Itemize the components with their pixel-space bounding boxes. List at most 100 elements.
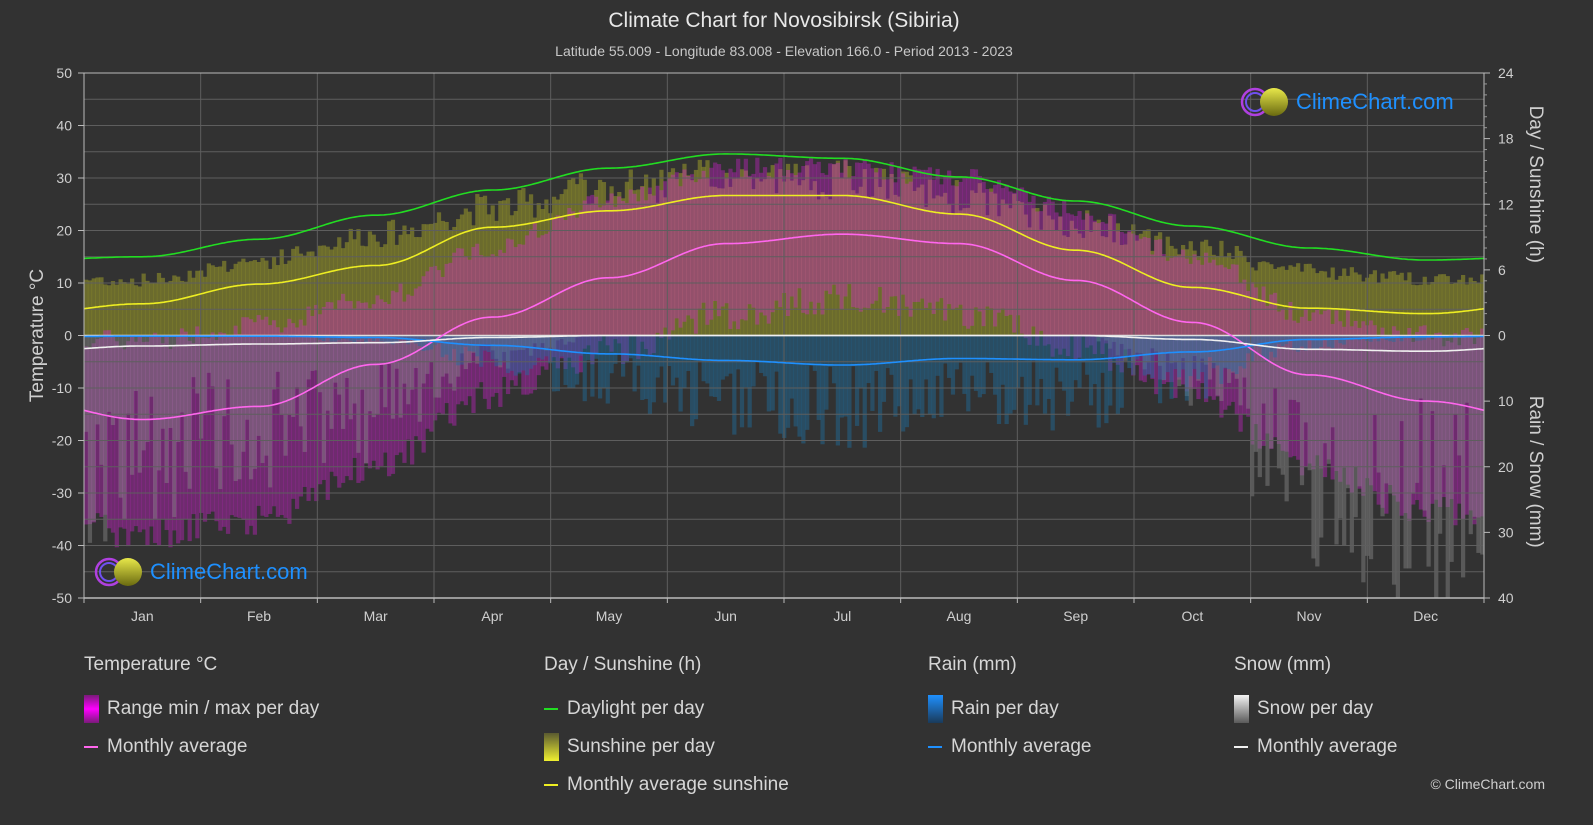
sunshine-bar bbox=[179, 280, 185, 336]
rain-bar bbox=[966, 335, 971, 412]
rain-bar bbox=[636, 335, 641, 366]
rain-bar bbox=[1227, 335, 1232, 370]
month-label: Feb bbox=[247, 608, 271, 624]
rain-bar bbox=[1050, 335, 1055, 431]
snow-bar bbox=[283, 335, 288, 456]
temperature-range-bar bbox=[962, 177, 967, 326]
legend-title: Rain (mm) bbox=[928, 654, 1017, 675]
sunshine-bar bbox=[229, 269, 234, 336]
tick-label-left: -10 bbox=[52, 380, 72, 396]
snow-bar bbox=[268, 335, 273, 488]
snow-bar bbox=[141, 335, 146, 451]
sunshine-bar bbox=[279, 249, 284, 336]
temperature-range-bar bbox=[475, 243, 480, 389]
temperature-range-bar bbox=[528, 229, 534, 394]
snow-bar bbox=[84, 335, 89, 432]
temperature-range-bar bbox=[713, 162, 718, 301]
sunshine-bar bbox=[225, 271, 231, 336]
rain-bar bbox=[954, 335, 959, 370]
temperature-range-bar bbox=[632, 193, 637, 335]
temperature-range-bar bbox=[1088, 215, 1094, 346]
temperature-range-bar bbox=[1046, 196, 1051, 345]
snow-bar bbox=[410, 335, 415, 390]
logo-top-right: ClimeChart.com bbox=[1240, 86, 1454, 118]
temperature-range-bar bbox=[801, 165, 806, 313]
tick-label-right-hours: 18 bbox=[1498, 131, 1514, 147]
snow-bar bbox=[360, 335, 365, 390]
logo-text: ClimeChart.com bbox=[1296, 89, 1454, 114]
temperature-range-bar bbox=[996, 180, 1002, 313]
rain-bar bbox=[1123, 335, 1128, 357]
temperature-range-bar bbox=[920, 169, 925, 299]
sunshine-bar bbox=[291, 248, 296, 336]
rain-bar bbox=[812, 335, 818, 371]
temperature-range-bar bbox=[1008, 191, 1013, 315]
snow-bar bbox=[1426, 335, 1431, 567]
rain-bar bbox=[590, 335, 595, 397]
temperature-range-bar bbox=[693, 182, 699, 334]
temperature-range-bar bbox=[601, 205, 607, 336]
legend-label: Monthly average bbox=[951, 736, 1092, 757]
snow-bar bbox=[187, 335, 192, 489]
sunshine-bar bbox=[1349, 267, 1354, 336]
rain-bar bbox=[927, 335, 933, 415]
temperature-range-bar bbox=[640, 186, 645, 342]
temperature-range-bar bbox=[670, 174, 676, 331]
tick-label-right-mm: 40 bbox=[1498, 590, 1514, 606]
rain-bar bbox=[989, 335, 994, 373]
tick-label-right-hours: 12 bbox=[1498, 196, 1514, 212]
snow-bar bbox=[1372, 335, 1378, 416]
snow-bar bbox=[183, 335, 188, 472]
sunshine-bar bbox=[1414, 285, 1420, 336]
rain-bar bbox=[1196, 335, 1201, 380]
rain-bar bbox=[1023, 335, 1028, 425]
snow-bar bbox=[329, 335, 334, 429]
temperature-range-bar bbox=[1054, 212, 1059, 349]
rain-bar bbox=[647, 335, 653, 415]
legend-label: Monthly average bbox=[107, 736, 248, 757]
rain-bar bbox=[993, 335, 998, 395]
sunshine-bar bbox=[176, 276, 181, 336]
sunshine-bar bbox=[1457, 279, 1462, 336]
snow-bar bbox=[122, 335, 127, 519]
snow-bar bbox=[1449, 335, 1454, 562]
sunshine-swatch-icon bbox=[544, 733, 559, 761]
legend-sunshine: Day / Sunshine (h) Daylight per day Suns… bbox=[544, 652, 789, 804]
snow-bar bbox=[371, 335, 376, 418]
rain-bar bbox=[1276, 335, 1282, 344]
rain-bar bbox=[644, 335, 649, 399]
temperature-range-bar bbox=[743, 158, 748, 321]
rain-bar bbox=[924, 335, 929, 380]
rain-bar bbox=[1299, 335, 1305, 347]
sunshine-bar bbox=[1399, 272, 1404, 336]
temperature-range-bar bbox=[720, 170, 725, 307]
month-label: Apr bbox=[481, 608, 503, 624]
temperature-range-bar bbox=[1123, 233, 1128, 350]
snow-bar bbox=[176, 335, 181, 443]
sunshine-bar bbox=[1434, 276, 1439, 336]
rain-bar bbox=[1004, 335, 1009, 425]
rain-bar bbox=[459, 335, 465, 365]
temperature-range-bar bbox=[1100, 221, 1105, 355]
sunshine-bar bbox=[1357, 274, 1362, 336]
temperature-range-bar bbox=[628, 189, 633, 336]
temperature-range-bar bbox=[931, 179, 936, 314]
rain-bar bbox=[690, 335, 695, 427]
sunshine-bar bbox=[172, 275, 177, 336]
temperature-range-bar bbox=[582, 200, 587, 349]
rain-bar bbox=[1058, 335, 1063, 382]
rain-bar bbox=[805, 335, 810, 430]
rain-bar bbox=[1088, 335, 1094, 406]
rain-bar bbox=[513, 335, 518, 376]
snow-bar bbox=[1391, 335, 1397, 585]
sunshine-bar bbox=[275, 265, 281, 336]
temperature-range-bar bbox=[494, 255, 499, 393]
rain-bar bbox=[739, 335, 745, 428]
rain-bar bbox=[620, 335, 626, 377]
line-swatch-icon bbox=[84, 746, 98, 748]
tick-label-left: -20 bbox=[52, 433, 72, 449]
tick-label-left: 20 bbox=[56, 223, 72, 239]
rain-bar bbox=[574, 335, 580, 385]
rain-bar bbox=[586, 335, 591, 361]
snow-bar bbox=[137, 335, 142, 473]
